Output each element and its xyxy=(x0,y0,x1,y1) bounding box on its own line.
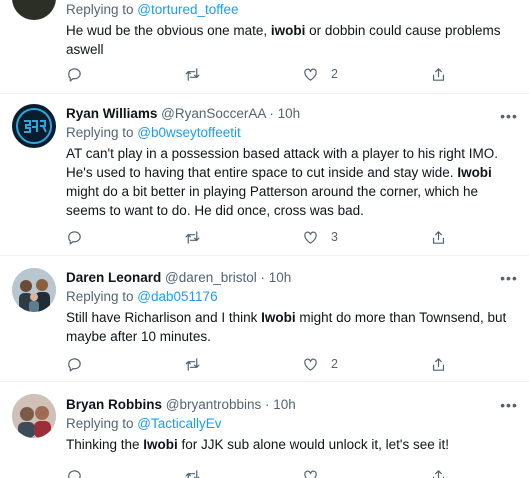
author-handle-time[interactable]: @RyanSoccerAA · 10h xyxy=(157,106,300,121)
like-icon xyxy=(304,470,317,478)
reply-icon xyxy=(68,357,81,371)
reply-button[interactable] xyxy=(66,64,83,84)
replying-to-handle[interactable]: @TacticallyEv xyxy=(137,416,221,431)
retweet-icon xyxy=(185,67,200,81)
retweet-icon xyxy=(185,357,200,371)
avatar[interactable] xyxy=(12,268,56,312)
tweet-text: He wud be the obvious one mate, iwobi or… xyxy=(66,23,501,57)
share-button[interactable] xyxy=(430,466,447,478)
author-handle-time[interactable]: @bryantrobbins · 10h xyxy=(162,397,296,412)
tweet-text: Thinking the Iwobi for JJK sub alone wou… xyxy=(66,437,450,452)
reply-icon xyxy=(68,67,81,81)
more-icon[interactable]: ••• xyxy=(499,398,519,414)
retweet-icon xyxy=(185,230,200,244)
avatar-logo-icon xyxy=(16,108,52,144)
reply-icon xyxy=(68,469,81,478)
share-button[interactable] xyxy=(430,354,447,374)
retweet-button[interactable] xyxy=(184,354,201,374)
more-icon[interactable]: ••• xyxy=(499,109,519,125)
share-icon xyxy=(432,230,445,244)
reply-button[interactable] xyxy=(66,354,83,374)
like-count: 2 xyxy=(331,357,338,371)
more-icon[interactable]: ••• xyxy=(499,271,519,287)
replying-to: Replying to @tortured_toffee xyxy=(66,2,239,17)
reply-button[interactable] xyxy=(66,227,83,247)
author-name[interactable]: Ryan Williams xyxy=(66,106,157,121)
retweet-button[interactable] xyxy=(184,227,201,247)
like-button[interactable]: 2 xyxy=(302,64,338,84)
tweet[interactable]: Ryan Williams @RyanSoccerAA · 10h Replyi… xyxy=(0,94,529,256)
avatar-photo-icon xyxy=(12,268,56,312)
avatar-photo-icon xyxy=(12,394,56,438)
tweet-header: Bryan Robbins @bryantrobbins · 10h xyxy=(66,396,517,414)
like-icon xyxy=(304,358,317,371)
retweet-button[interactable] xyxy=(184,64,201,84)
share-icon xyxy=(432,469,445,478)
like-count: 3 xyxy=(331,230,338,244)
avatar[interactable] xyxy=(12,394,56,438)
retweet-button[interactable] xyxy=(184,466,201,478)
retweet-icon xyxy=(185,469,200,478)
replying-to: Replying to @TacticallyEv xyxy=(66,416,222,431)
tweet-header: Ryan Williams @RyanSoccerAA · 10h xyxy=(66,105,517,123)
like-button[interactable]: 2 xyxy=(302,354,338,374)
reply-icon xyxy=(68,230,81,244)
avatar[interactable] xyxy=(12,104,56,148)
author-name[interactable]: Daren Leonard xyxy=(66,270,161,285)
tweet[interactable]: Daren Leonard @daren_bristol · 10h Reply… xyxy=(0,256,529,382)
replying-to-handle[interactable]: @dab051176 xyxy=(137,289,217,304)
share-button[interactable] xyxy=(430,227,447,247)
share-icon xyxy=(432,67,445,81)
like-button[interactable]: 3 xyxy=(302,227,338,247)
avatar[interactable] xyxy=(12,0,56,20)
reply-button[interactable] xyxy=(66,466,83,478)
author-name[interactable]: Bryan Robbins xyxy=(66,397,162,412)
like-button[interactable] xyxy=(302,466,319,478)
replying-to-handle[interactable]: @tortured_toffee xyxy=(137,2,238,17)
replying-to: Replying to @b0wseytoffeetit xyxy=(66,125,241,140)
like-count: 2 xyxy=(331,67,338,81)
tweet[interactable]: Replying to @tortured_toffee He wud be t… xyxy=(0,0,529,94)
like-icon xyxy=(304,68,317,81)
tweet-text: AT can't play in a possession based atta… xyxy=(66,146,499,218)
share-button[interactable] xyxy=(430,64,447,84)
tweet-header: Daren Leonard @daren_bristol · 10h xyxy=(66,269,517,287)
tweet[interactable]: Bryan Robbins @bryantrobbins · 10h Reply… xyxy=(0,382,529,478)
replying-to-handle[interactable]: @b0wseytoffeetit xyxy=(137,125,241,140)
like-icon xyxy=(304,231,317,244)
replying-to: Replying to @dab051176 xyxy=(66,289,218,304)
share-icon xyxy=(432,357,445,371)
author-handle-time[interactable]: @daren_bristol · 10h xyxy=(161,270,291,285)
tweet-text: Still have Richarlison and I think Iwobi… xyxy=(66,310,507,344)
